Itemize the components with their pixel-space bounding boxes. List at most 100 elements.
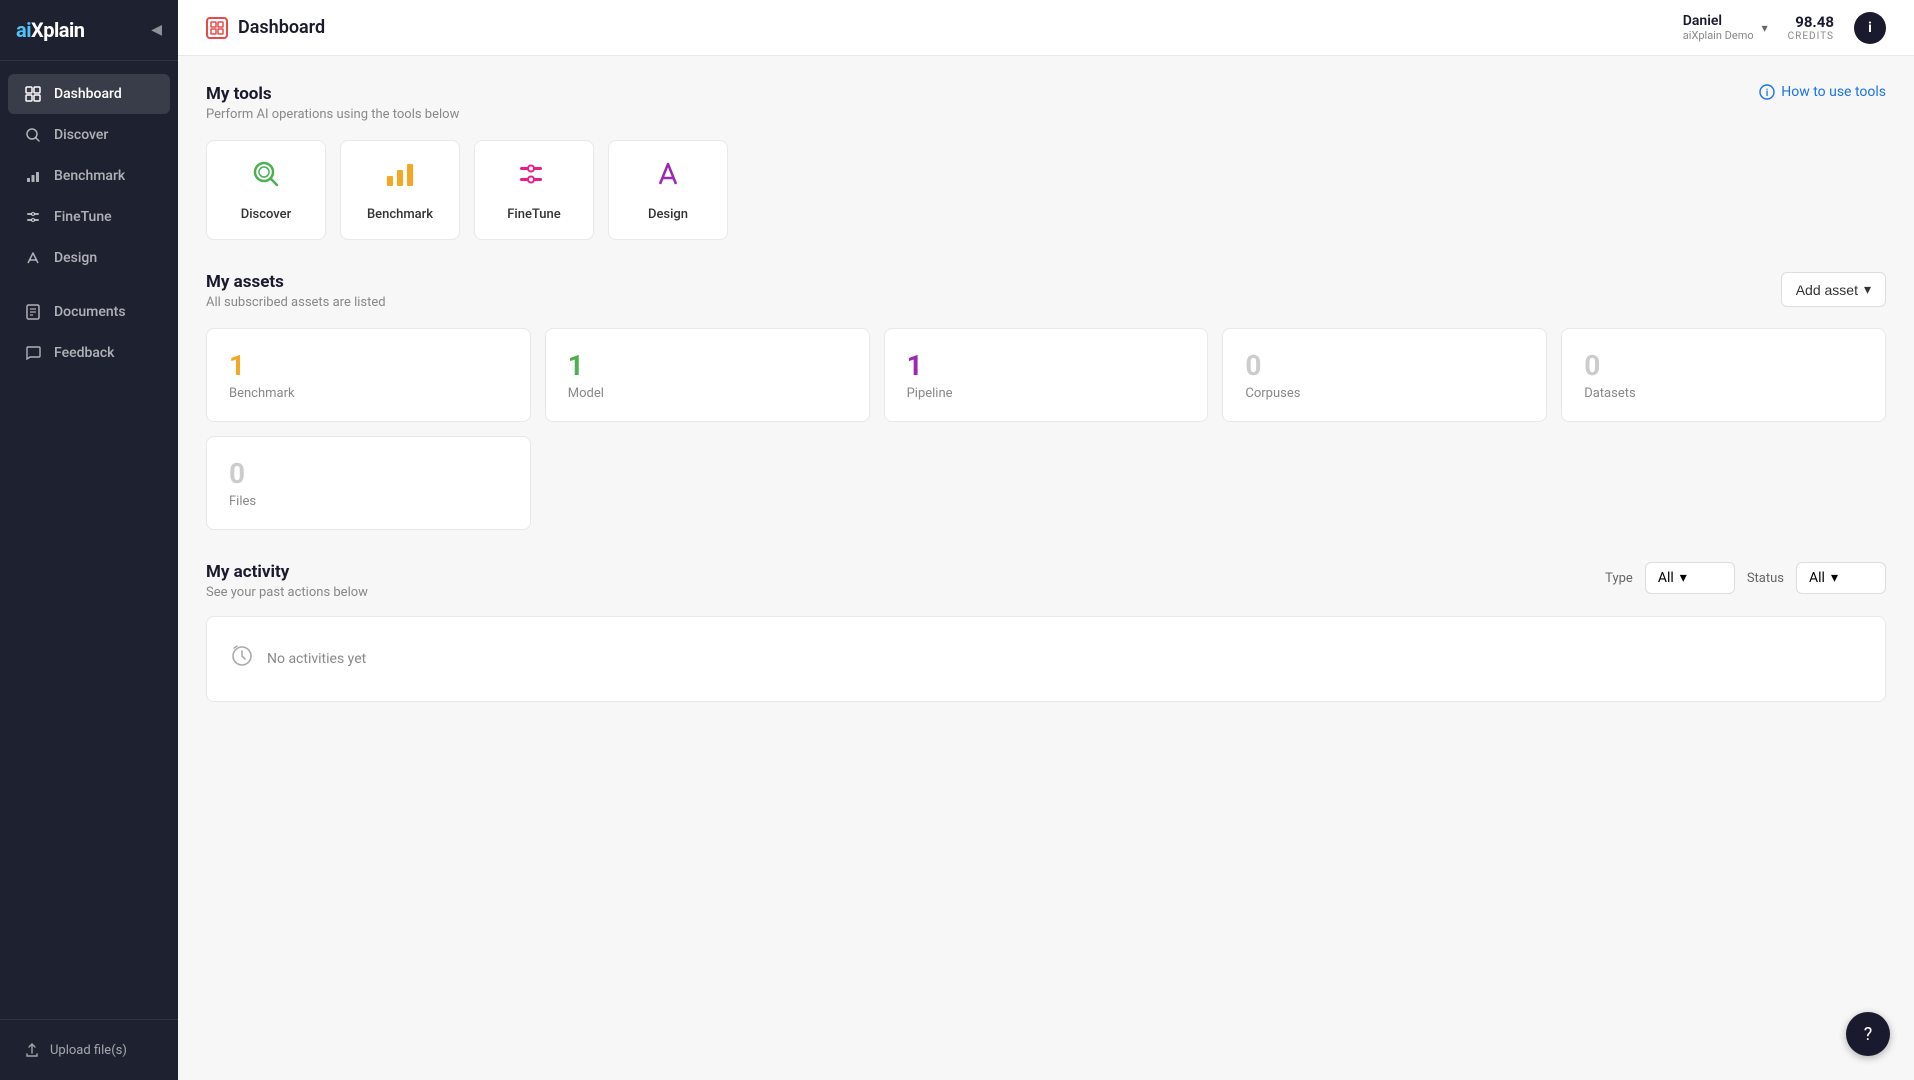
sidebar-bottom: Upload file(s) xyxy=(0,1019,178,1080)
asset-card-model[interactable]: 1 Model xyxy=(545,328,870,422)
asset-label-datasets: Datasets xyxy=(1584,386,1863,401)
main-area: Dashboard Daniel aiXplain Demo ▾ 98.48 C… xyxy=(178,0,1914,1080)
activity-filters: Type All ▾ Status All ▾ xyxy=(1605,562,1886,594)
design-icon xyxy=(24,249,42,267)
tools-section-title-area: My tools Perform AI operations using the… xyxy=(206,84,459,122)
asset-count-files: 0 xyxy=(229,457,508,490)
asset-label-files: Files xyxy=(229,494,508,509)
tool-card-design[interactable]: Design xyxy=(608,140,728,240)
status-filter-chevron: ▾ xyxy=(1831,570,1838,586)
asset-card-files[interactable]: 0 Files xyxy=(206,436,531,530)
activity-section-title-area: My activity See your past actions below xyxy=(206,562,368,600)
asset-label-model: Model xyxy=(568,386,847,401)
asset-card-datasets[interactable]: 0 Datasets xyxy=(1561,328,1886,422)
sidebar-item-label: Discover xyxy=(54,127,108,143)
tool-card-discover[interactable]: Discover xyxy=(206,140,326,240)
documents-icon xyxy=(24,303,42,321)
asset-count-pipeline: 1 xyxy=(907,349,1186,382)
discover-tool-icon xyxy=(250,158,282,197)
tools-section-subtitle: Perform AI operations using the tools be… xyxy=(206,107,459,122)
status-filter-select[interactable]: All ▾ xyxy=(1796,562,1886,594)
benchmark-icon xyxy=(24,167,42,185)
assets-grid: 1 Benchmark 1 Model 1 Pipeline 0 Corpuse… xyxy=(206,328,1886,422)
status-filter-value: All xyxy=(1809,570,1825,586)
credits-amount: 98.48 xyxy=(1788,13,1834,31)
tools-section-header: My tools Perform AI operations using the… xyxy=(206,84,1886,122)
benchmark-tool-label: Benchmark xyxy=(367,207,433,222)
user-name: Daniel xyxy=(1683,13,1754,29)
assets-section-header: My assets All subscribed assets are list… xyxy=(206,272,1886,310)
type-filter-value: All xyxy=(1658,570,1674,586)
sidebar-item-discover[interactable]: Discover xyxy=(8,115,170,155)
user-chevron: ▾ xyxy=(1762,21,1768,35)
asset-card-pipeline[interactable]: 1 Pipeline xyxy=(884,328,1209,422)
user-menu[interactable]: Daniel aiXplain Demo ▾ xyxy=(1683,13,1768,42)
tool-card-finetune[interactable]: FineTune xyxy=(474,140,594,240)
sidebar-logo-area: aiXplain ◀ xyxy=(0,0,178,61)
add-asset-button[interactable]: Add asset ▾ xyxy=(1781,272,1886,307)
sidebar-item-label: Feedback xyxy=(54,345,114,361)
tool-card-benchmark[interactable]: Benchmark xyxy=(340,140,460,240)
asset-count-datasets: 0 xyxy=(1584,349,1863,382)
asset-card-benchmark[interactable]: 1 Benchmark xyxy=(206,328,531,422)
sidebar-item-dashboard[interactable]: Dashboard xyxy=(8,74,170,114)
user-subtitle: aiXplain Demo xyxy=(1683,29,1754,42)
page-title: Dashboard xyxy=(238,17,325,38)
finetune-tool-icon xyxy=(518,158,550,197)
activity-empty-icon xyxy=(231,645,253,673)
assets-section: My assets All subscribed assets are list… xyxy=(206,272,1886,530)
feedback-icon xyxy=(24,344,42,362)
sidebar-item-design[interactable]: Design xyxy=(8,238,170,278)
type-filter-chevron: ▾ xyxy=(1680,570,1687,586)
sidebar-item-benchmark[interactable]: Benchmark xyxy=(8,156,170,196)
benchmark-tool-icon xyxy=(384,158,416,197)
empty-cell-4 xyxy=(1561,436,1886,530)
settings-icon: i xyxy=(1868,20,1872,36)
type-filter-label: Type xyxy=(1605,571,1633,586)
upload-files-button[interactable]: Upload file(s) xyxy=(8,1032,170,1068)
tools-grid: Discover Benchmark xyxy=(206,140,1886,240)
asset-count-model: 1 xyxy=(568,349,847,382)
tools-section: My tools Perform AI operations using the… xyxy=(206,84,1886,240)
activity-empty-state: No activities yet xyxy=(206,616,1886,702)
type-filter-select[interactable]: All ▾ xyxy=(1645,562,1735,594)
how-to-link[interactable]: i How to use tools xyxy=(1759,84,1886,100)
asset-card-corpuses[interactable]: 0 Corpuses xyxy=(1222,328,1547,422)
sidebar-item-label: Dashboard xyxy=(54,86,122,102)
logo[interactable]: aiXplain xyxy=(16,18,84,42)
user-name-area: Daniel aiXplain Demo xyxy=(1683,13,1754,42)
finetune-tool-label: FineTune xyxy=(507,207,561,222)
help-fab-icon: ? xyxy=(1864,1024,1873,1045)
help-fab-button[interactable]: ? xyxy=(1846,1012,1890,1056)
header-left: Dashboard xyxy=(206,17,325,39)
settings-button[interactable]: i xyxy=(1854,12,1886,44)
asset-count-benchmark: 1 xyxy=(229,349,508,382)
asset-count-corpuses: 0 xyxy=(1245,349,1524,382)
asset-label-benchmark: Benchmark xyxy=(229,386,508,401)
activity-section: My activity See your past actions below … xyxy=(206,562,1886,702)
assets-section-title: My assets xyxy=(206,272,386,292)
sidebar-item-feedback[interactable]: Feedback xyxy=(8,333,170,373)
activity-empty-label: No activities yet xyxy=(267,651,366,667)
header: Dashboard Daniel aiXplain Demo ▾ 98.48 C… xyxy=(178,0,1914,56)
sidebar-item-label: Documents xyxy=(54,304,126,320)
svg-text:i: i xyxy=(1766,88,1769,99)
sidebar-item-label: Design xyxy=(54,250,97,266)
tools-section-title: My tools xyxy=(206,84,459,104)
sidebar: aiXplain ◀ Dashboard xyxy=(0,0,178,1080)
sidebar-item-label: Benchmark xyxy=(54,168,125,184)
finetune-icon xyxy=(24,208,42,226)
sidebar-item-documents[interactable]: Documents xyxy=(8,292,170,332)
credits-label: CREDITS xyxy=(1788,31,1834,42)
dashboard-icon xyxy=(24,85,42,103)
assets-section-title-area: My assets All subscribed assets are list… xyxy=(206,272,386,310)
how-to-label: How to use tools xyxy=(1781,84,1886,100)
sidebar-item-label: FineTune xyxy=(54,209,112,225)
collapse-button[interactable]: ◀ xyxy=(151,22,162,38)
empty-cell-3 xyxy=(1222,436,1547,530)
page-icon xyxy=(206,17,228,39)
sidebar-item-finetune[interactable]: FineTune xyxy=(8,197,170,237)
discover-tool-label: Discover xyxy=(241,207,291,222)
assets-section-subtitle: All subscribed assets are listed xyxy=(206,295,386,310)
upload-label: Upload file(s) xyxy=(50,1043,127,1058)
